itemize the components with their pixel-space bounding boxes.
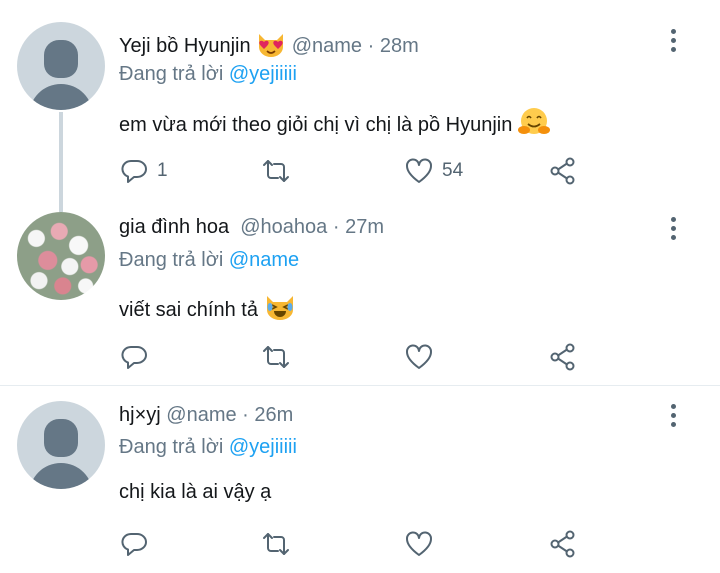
hugging-face-emoji xyxy=(517,107,550,143)
display-name[interactable]: hj×yj xyxy=(119,404,161,426)
share-icon xyxy=(550,157,575,185)
avatar-placeholder-body xyxy=(29,84,93,110)
retweet-button[interactable] xyxy=(261,528,299,560)
like-count: 54 xyxy=(442,160,464,181)
more-options-icon[interactable] xyxy=(664,28,684,54)
reply-button[interactable] xyxy=(119,341,157,373)
tweet-text-body: viết sai chính tả xyxy=(119,299,258,321)
separator-dot: · xyxy=(242,404,249,426)
like-button[interactable]: 54 xyxy=(404,155,463,187)
reply-icon xyxy=(121,345,147,369)
avatar[interactable] xyxy=(17,22,105,110)
heart-icon xyxy=(406,158,432,183)
like-button[interactable] xyxy=(404,528,442,560)
more-options-icon[interactable] xyxy=(664,216,684,242)
share-button[interactable] xyxy=(548,341,578,373)
tweet-text: em vừa mới theo giỏi chị vì chị là pồ Hy… xyxy=(119,107,550,143)
retweet-button[interactable] xyxy=(261,341,299,373)
share-icon xyxy=(550,343,575,371)
avatar-placeholder-head xyxy=(44,40,78,78)
reply-prefix: Đang trả lời xyxy=(119,436,224,458)
share-button[interactable] xyxy=(548,528,578,560)
tweet-actions xyxy=(0,528,720,560)
reply-button[interactable]: 1 xyxy=(119,155,168,187)
reply-prefix: Đang trả lời xyxy=(119,63,224,85)
separator-dot: · xyxy=(367,35,375,57)
reply-icon xyxy=(121,532,147,556)
reply-icon xyxy=(121,159,147,183)
reply-count: 1 xyxy=(157,160,168,181)
avatar-placeholder-head xyxy=(44,419,78,457)
handle[interactable]: @name xyxy=(166,404,236,426)
display-name[interactable]: Yeji bồ Hyunjin xyxy=(119,35,251,57)
avatar[interactable] xyxy=(17,401,105,489)
tweet-text: chị kia là ai vậy ạ xyxy=(119,481,271,504)
display-name[interactable]: gia đình hoa xyxy=(119,216,229,238)
laughing-cat-emoji xyxy=(264,292,296,328)
timestamp[interactable]: 26m xyxy=(254,404,293,426)
tweet-text-body: chị kia là ai vậy ạ xyxy=(119,481,272,503)
tweet-divider xyxy=(0,385,720,386)
share-button[interactable] xyxy=(548,155,578,187)
tweet-header: gia đình hoa @hoahoa · 27m xyxy=(119,216,384,239)
reply-mention-link[interactable]: @yejiiiii xyxy=(229,436,297,458)
timestamp[interactable]: 28m xyxy=(380,35,419,57)
tweet-actions: 1 54 xyxy=(0,155,720,187)
avatar-photo-tulips[interactable] xyxy=(17,212,105,300)
tweet-header: hj×yj @name · 26m xyxy=(119,404,293,427)
tweet-text-body: em vừa mới theo giỏi chị vì chị là pồ Hy… xyxy=(119,114,513,136)
tweet-header: Yeji bồ Hyunjin @name · 28m xyxy=(119,30,419,64)
share-icon xyxy=(550,530,575,558)
heart-icon xyxy=(406,344,432,369)
reply-context: Đang trả lời @name xyxy=(119,249,299,272)
heart-eyes-cat-emoji xyxy=(256,30,286,64)
like-button[interactable] xyxy=(404,341,442,373)
separator-dot: · xyxy=(332,216,340,238)
more-options-icon[interactable] xyxy=(664,403,684,429)
reply-context: Đang trả lời @yejiiiii xyxy=(119,63,297,86)
timestamp[interactable]: 27m xyxy=(345,216,384,238)
reply-button[interactable] xyxy=(119,528,157,560)
retweet-icon xyxy=(263,533,289,555)
retweet-icon xyxy=(263,346,289,368)
retweet-icon xyxy=(263,160,289,182)
reply-context: Đang trả lời @yejiiiii xyxy=(119,436,297,459)
reply-prefix: Đang trả lời xyxy=(119,249,224,271)
tweet-text: viết sai chính tả xyxy=(119,292,296,328)
reply-mention-link[interactable]: @yejiiiii xyxy=(229,63,297,85)
heart-icon xyxy=(406,531,432,556)
retweet-button[interactable] xyxy=(261,155,299,187)
handle[interactable]: @hoahoa xyxy=(240,216,327,238)
avatar-placeholder-body xyxy=(29,463,93,489)
reply-mention-link[interactable]: @name xyxy=(229,249,299,271)
handle[interactable]: @name xyxy=(292,35,362,57)
tweet-actions xyxy=(0,341,720,373)
